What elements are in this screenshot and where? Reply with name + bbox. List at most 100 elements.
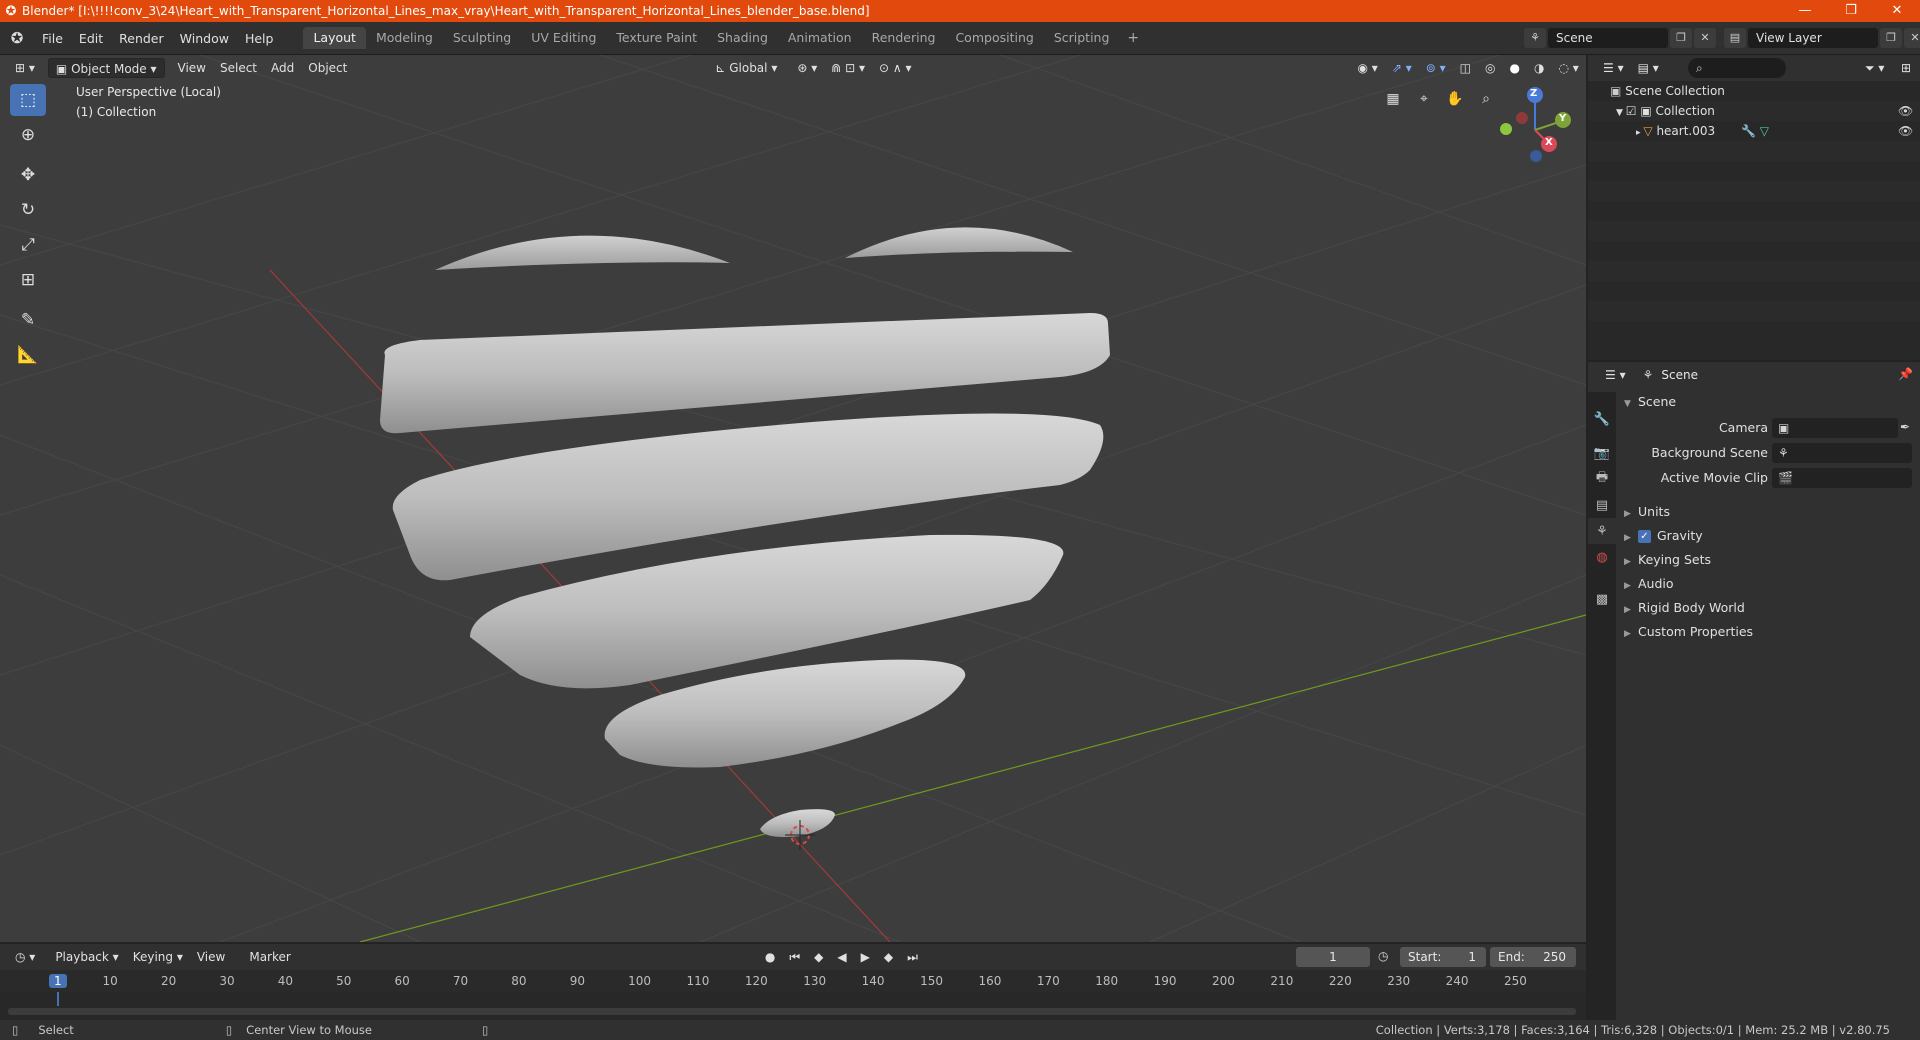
collection-visibility-eye-icon[interactable]: 👁 [1898, 101, 1913, 121]
zoom-view-icon[interactable]: ⌕ [1472, 85, 1500, 113]
start-frame-field[interactable]: Start: 1 [1400, 947, 1486, 967]
view-menu[interactable]: View [171, 58, 213, 78]
properties-editor-type-icon[interactable]: ☰ ▾ [1598, 365, 1633, 385]
collection-checkbox[interactable]: ☑ [1626, 104, 1641, 118]
custom-properties-panel-header[interactable]: ▶ Custom Properties [1624, 620, 1753, 644]
pan-view-hand-icon[interactable]: ✋ [1441, 85, 1469, 113]
outliner-object-row[interactable]: ▸ ▽ heart.003 🔧 ▽ [1636, 121, 1769, 141]
tab-animation[interactable]: Animation [778, 27, 862, 49]
mesh-data-icon[interactable]: ▽ [1760, 124, 1769, 138]
tab-compositing[interactable]: Compositing [945, 27, 1043, 49]
overlay-toggle-icon[interactable]: ⊚ ▾ [1419, 58, 1453, 78]
rigid-body-world-panel-header[interactable]: ▶ Rigid Body World [1624, 596, 1745, 620]
menu-help[interactable]: Help [237, 31, 282, 46]
output-tab-icon[interactable]: 🖶 [1588, 466, 1616, 492]
play-reverse-icon[interactable]: ◀ [830, 947, 853, 967]
new-collection-icon[interactable]: ⊞ [1894, 58, 1918, 78]
outliner-editor-type-icon[interactable]: ☰ ▾ [1596, 58, 1631, 78]
visibility-icon[interactable]: ◉ ▾ [1351, 58, 1385, 78]
transform-orientation-dropdown[interactable]: ⊾ Global ▾ [708, 58, 784, 78]
jump-to-keyframe-back-icon[interactable]: ◆ [807, 947, 830, 967]
select-menu[interactable]: Select [213, 58, 264, 78]
view-layer-tab-icon[interactable]: ▤ [1588, 492, 1616, 518]
gizmo-toggle-icon[interactable]: ⇗ ▾ [1385, 58, 1419, 78]
snap-icon[interactable]: ⋒ ⊡ ▾ [824, 58, 872, 78]
record-keyframe-icon[interactable]: ● [758, 947, 782, 967]
timeline-editor-type-icon[interactable]: ◷ ▾ [8, 947, 42, 967]
units-panel-header[interactable]: ▶ Units [1624, 500, 1670, 524]
add-workspace-button[interactable]: + [1119, 27, 1147, 49]
menu-render[interactable]: Render [111, 31, 172, 46]
rotate-tool-icon[interactable]: ↻ [10, 194, 46, 226]
gravity-checkbox[interactable]: ✓ [1638, 530, 1651, 543]
eyedropper-icon[interactable]: ✒ [1900, 420, 1910, 434]
scene-panel-header[interactable]: ▼ Scene [1624, 390, 1914, 414]
add-menu[interactable]: Add [264, 58, 301, 78]
play-icon[interactable]: ▶ [854, 947, 877, 967]
view-layer-icon[interactable]: ▤ [1724, 28, 1746, 48]
tab-scripting[interactable]: Scripting [1044, 27, 1120, 49]
shading-rendered-icon[interactable]: ◌ ▾ [1551, 58, 1585, 78]
current-frame-field[interactable]: 1 [1296, 947, 1370, 967]
shading-solid-icon[interactable]: ● [1502, 58, 1526, 78]
shading-wireframe-icon[interactable]: ◎ [1478, 58, 1502, 78]
proportional-edit-icon[interactable]: ⊙ ∧ ▾ [872, 58, 919, 78]
playback-menu[interactable]: Playback ▾ [48, 947, 125, 967]
view-layer-field[interactable]: View Layer [1748, 28, 1878, 48]
minimize-button[interactable]: — [1782, 0, 1828, 22]
display-mode-icon[interactable]: ▤ ▾ [1631, 58, 1666, 78]
outliner-scene-collection[interactable]: ▣ Scene Collection [1610, 81, 1725, 101]
select-box-tool-icon[interactable]: ⬚ [10, 84, 46, 116]
object-visibility-eye-icon[interactable]: 👁 [1898, 121, 1913, 141]
camera-view-icon[interactable]: ⌖ [1410, 85, 1438, 113]
keying-menu[interactable]: Keying ▾ [126, 947, 190, 967]
audio-panel-header[interactable]: ▶ Audio [1624, 572, 1674, 596]
scene-tab-icon[interactable]: ⚘ [1588, 518, 1616, 544]
timeline-view-menu[interactable]: View [190, 947, 232, 967]
object-menu[interactable]: Object [301, 58, 354, 78]
jump-to-end-icon[interactable]: ⏭ [900, 947, 925, 967]
move-tool-icon[interactable]: ✥ [10, 159, 46, 191]
shading-material-icon[interactable]: ◑ [1527, 58, 1551, 78]
annotate-tool-icon[interactable]: ✎ [10, 304, 46, 336]
marker-menu[interactable]: Marker [242, 947, 297, 967]
scale-tool-icon[interactable]: ⤢ [10, 229, 46, 261]
tab-shading[interactable]: Shading [707, 27, 778, 49]
tab-sculpting[interactable]: Sculpting [443, 27, 521, 49]
tab-modeling[interactable]: Modeling [366, 27, 443, 49]
delete-scene-icon[interactable]: ✕ [1694, 28, 1716, 48]
outliner-collection-row[interactable]: ▼ ☑ ▣ Collection [1616, 101, 1715, 121]
cursor-tool-icon[interactable]: ⊕ [10, 119, 46, 151]
scene-name-field[interactable]: Scene [1548, 28, 1668, 48]
pivot-point-icon[interactable]: ⊛ ▾ [790, 58, 824, 78]
keying-sets-panel-header[interactable]: ▶ Keying Sets [1624, 548, 1711, 572]
tab-layout[interactable]: Layout [303, 27, 366, 49]
tab-uv-editing[interactable]: UV Editing [521, 27, 606, 49]
timeline-scrollbar[interactable] [8, 1008, 1576, 1015]
maximize-button[interactable]: ❐ [1828, 0, 1874, 22]
outliner-search-input[interactable]: ⌕ [1688, 58, 1786, 78]
background-scene-field[interactable]: ⚘ [1772, 443, 1912, 463]
3d-viewport[interactable]: Z Y X ⊞ ▾ ▣ Object Mode ▾ View Select Ad… [0, 55, 1586, 942]
tool-tab-icon[interactable]: 🔧 [1588, 406, 1616, 432]
editor-type-icon[interactable]: ⊞ ▾ [8, 58, 42, 78]
playhead-line[interactable] [57, 992, 59, 1006]
modifier-wrench-icon[interactable]: 🔧 [1741, 124, 1756, 138]
tab-rendering[interactable]: Rendering [862, 27, 946, 49]
expand-arrow-icon[interactable]: ▼ [1616, 108, 1626, 118]
texture-tab-icon[interactable]: ▩ [1588, 586, 1616, 612]
stopwatch-icon[interactable]: ◷ [1378, 949, 1388, 963]
menu-edit[interactable]: Edit [71, 31, 111, 46]
camera-field[interactable]: ▣ [1772, 418, 1898, 438]
measure-tool-icon[interactable]: 📐 [10, 339, 46, 371]
mode-dropdown[interactable]: ▣ Object Mode ▾ [47, 58, 165, 78]
pin-icon[interactable]: 📌 [1898, 367, 1913, 381]
xray-toggle-icon[interactable]: ◫ [1453, 58, 1478, 78]
menu-file[interactable]: File [34, 31, 71, 46]
scene-type-icon[interactable]: ⚘ [1524, 28, 1546, 48]
toggle-grid-view-icon[interactable]: ▦ [1379, 85, 1407, 113]
heart-mesh[interactable] [380, 227, 1110, 838]
blender-menu-icon[interactable]: ✪ [0, 29, 34, 47]
new-scene-icon[interactable]: ❐ [1670, 28, 1692, 48]
gravity-panel-header[interactable]: ▶ ✓ Gravity [1624, 524, 1703, 548]
